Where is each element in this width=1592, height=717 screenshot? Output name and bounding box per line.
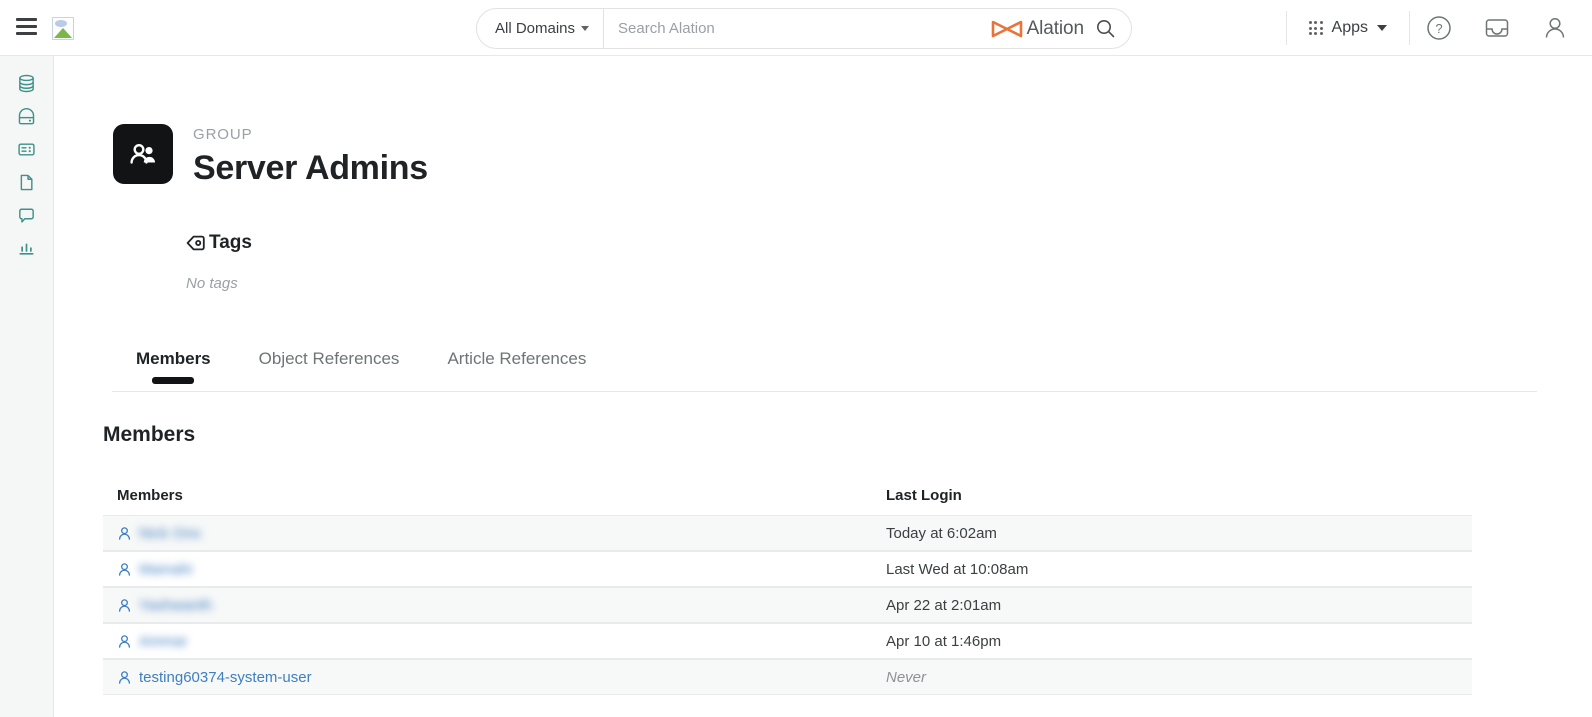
table-row[interactable]: testing60374-system-user Never [103, 659, 1472, 695]
alation-wordmark: Alation [1026, 17, 1085, 39]
document-icon [20, 174, 33, 191]
tab-object-references[interactable]: Object References [235, 345, 424, 373]
column-header-last-login: Last Login [886, 487, 962, 504]
tags-empty-text: No tags [186, 275, 238, 292]
user-account-icon[interactable] [1526, 15, 1592, 41]
page-eyebrow: GROUP [193, 126, 253, 143]
tab-label: Article References [447, 349, 587, 368]
member-link[interactable]: Ammar [139, 633, 187, 650]
member-link[interactable]: Mamahi [139, 561, 192, 578]
table-row[interactable]: Mamahi Last Wed at 10:08am [103, 551, 1472, 587]
apps-menu-label: Apps [1331, 19, 1368, 36]
cell-last-login: Never [886, 668, 927, 686]
sidebar-item-conversations[interactable] [0, 199, 53, 232]
hamburger-menu-icon[interactable] [16, 18, 37, 35]
apps-menu-button[interactable]: Apps [1287, 19, 1409, 37]
sidebar-item-documents[interactable] [0, 166, 53, 199]
members-table: Members Last Login Nick Ono Today at 6:02… [103, 487, 1472, 695]
section-title: Members [103, 423, 196, 446]
svg-text:?: ? [1435, 21, 1442, 36]
domain-scope-label: All Domains [495, 20, 576, 37]
member-link[interactable]: Yashwanth [139, 597, 212, 614]
group-people-icon [130, 143, 155, 164]
user-icon [118, 634, 131, 648]
cell-member: testing60374-system-user [103, 669, 871, 686]
page-title: Server Admins [193, 149, 428, 187]
tags-heading: Tags [209, 232, 252, 253]
group-header: GROUP Server Admins [113, 124, 428, 188]
global-search-bar[interactable]: All Domains Alation [476, 8, 1132, 49]
sidebar-item-glossary[interactable] [0, 133, 53, 166]
column-header-members: Members [117, 487, 183, 504]
app-header: All Domains Alation Apps [0, 0, 1592, 56]
user-icon [118, 670, 131, 684]
tab-label: Members [136, 349, 211, 368]
cell-last-login: Last Wed at 10:08am [886, 560, 1029, 578]
active-tab-indicator [152, 377, 195, 384]
database-icon [19, 74, 34, 93]
sidebar-item-sources[interactable] [0, 67, 53, 100]
inbox-icon[interactable] [1468, 15, 1526, 41]
user-icon [118, 562, 131, 576]
tab-label: Object References [258, 349, 400, 368]
tab-bar: Members Object References Article Refere… [112, 345, 1537, 392]
cell-member: Mamahi [103, 561, 871, 578]
cell-last-login: Apr 22 at 2:01am [886, 596, 1002, 614]
alation-mark-icon [991, 20, 1022, 37]
search-icon[interactable] [1090, 19, 1131, 38]
tag-icon [186, 235, 205, 251]
member-link[interactable]: Nick Ono [139, 525, 201, 542]
conversation-bubble-icon [19, 208, 34, 223]
sidebar-item-analytics[interactable] [0, 232, 53, 265]
cell-last-login: Apr 10 at 1:46pm [886, 632, 1002, 650]
left-rail [0, 56, 54, 717]
chevron-down-icon [581, 26, 590, 31]
cell-member: Nick Ono [103, 525, 871, 542]
help-circle-icon[interactable]: ? [1410, 15, 1468, 41]
user-icon [118, 526, 131, 540]
broken-image-icon [52, 17, 74, 40]
tab-members[interactable]: Members [112, 345, 235, 384]
cell-last-login: Today at 6:02am [886, 524, 997, 542]
glossary-card-icon [18, 143, 35, 156]
avatar [113, 124, 173, 184]
sidebar-item-policies[interactable] [0, 100, 53, 133]
search-input[interactable] [604, 9, 991, 48]
tab-article-references[interactable]: Article References [423, 345, 610, 373]
table-row[interactable]: Nick Ono Today at 6:02am [103, 515, 1472, 551]
table-row[interactable]: Ammar Apr 10 at 1:46pm [103, 623, 1472, 659]
apps-grid-icon [1308, 21, 1323, 35]
alation-logo: Alation [991, 18, 1090, 40]
cell-member: Yashwanth [103, 597, 871, 614]
cell-member: Ammar [103, 633, 871, 650]
user-icon [118, 598, 131, 612]
table-row[interactable]: Yashwanth Apr 22 at 2:01am [103, 587, 1472, 623]
member-link[interactable]: testing60374-system-user [139, 669, 312, 686]
tags-section: Tags No tags [186, 232, 252, 292]
bar-chart-icon [19, 243, 34, 255]
chevron-down-icon [1377, 25, 1387, 31]
safe-lock-icon [18, 108, 35, 125]
domain-scope-select[interactable]: All Domains [477, 9, 605, 48]
table-header-row: Members Last Login [103, 487, 1472, 515]
header-actions: Apps ? [1285, 0, 1592, 56]
main-content: GROUP Server Admins Tags No tags Members… [55, 56, 1592, 717]
